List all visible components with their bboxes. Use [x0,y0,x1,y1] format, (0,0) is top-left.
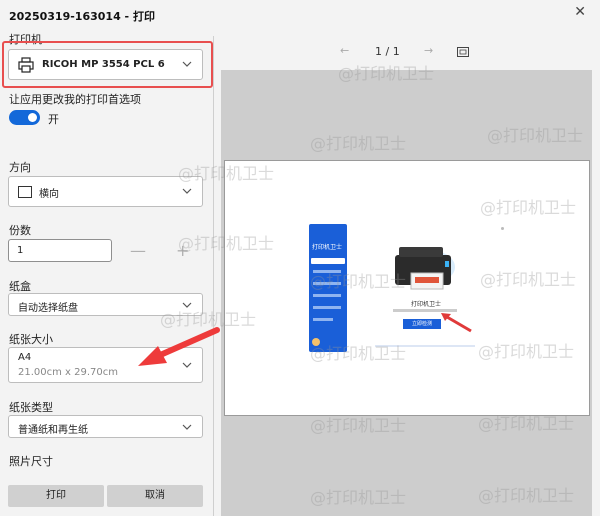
preview-page: 打印机卫士 打印机卫士 立即检测 [224,160,590,416]
copies-label: 份数 [9,224,31,237]
print-button[interactable]: 打印 [8,485,104,507]
tray-value: 自动选择纸盘 [18,303,78,314]
window-title: 20250319-163014 - 打印 [9,10,155,23]
thumb-detect-button: 立即检测 [403,319,441,329]
copies-increment[interactable]: + [176,241,189,260]
printer-icon [18,57,34,73]
chevron-down-icon [182,188,192,194]
fit-page-icon[interactable] [457,47,469,57]
panel-divider [213,36,214,516]
cancel-button[interactable]: 取消 [107,485,203,507]
paper-type-select[interactable]: 普通纸和再生纸 [8,415,203,438]
thumb-menu [311,258,345,264]
tray-select[interactable]: 自动选择纸盘 [8,293,203,316]
thumb-avatar [312,338,320,346]
thumb-menu [313,294,341,297]
toggle-knob [28,113,37,122]
paper-size-label: 纸张大小 [9,333,53,346]
thumb-menu [313,318,333,321]
pref-label: 让应用更改我的打印首选项 [9,93,141,106]
orientation-label: 方向 [9,161,31,174]
photo-size-label: 照片尺寸 [9,455,53,468]
copies-input[interactable]: 1 [8,239,112,262]
close-button[interactable]: ✕ [574,4,586,20]
thumb-main-title: 打印机卫士 [411,301,442,308]
page-indicator: 1 / 1 [375,45,400,58]
printer-name: RICOH MP 3554 PCL 6 [42,59,165,70]
settings-panel: 打印机 RICOH MP 3554 PCL 6 让应用更改我的打印首选项 开 方… [0,28,213,516]
thumb-sidebar: 打印机卫士 [309,224,347,352]
thumb-progress [375,345,475,347]
title-bar: 20250319-163014 - 打印 ✕ [0,0,600,30]
next-page-icon[interactable]: → [424,44,433,57]
paper-size-dims: 21.00cm x 29.70cm [18,367,119,378]
paper-size-select[interactable]: A4 21.00cm x 29.70cm [8,347,203,383]
paper-size-value: A4 [18,352,32,363]
paper-type-label: 纸张类型 [9,401,53,414]
prev-page-icon[interactable]: ← [340,44,349,57]
thumb-menu [313,282,341,285]
tray-label: 纸盒 [9,280,31,293]
thumb-printer-image [395,247,455,290]
copies-decrement[interactable]: — [130,241,146,260]
thumb-menu [313,306,341,309]
thumb-menu [313,270,341,273]
page-orientation-icon [18,186,32,198]
chevron-down-icon [182,302,192,308]
chevron-down-icon [182,362,192,368]
pref-toggle[interactable] [9,110,40,125]
orientation-select[interactable]: 横向 [8,176,203,207]
thumb-dot [501,227,504,230]
thumb-app-title: 打印机卫士 [312,244,343,251]
paper-type-value: 普通纸和再生纸 [18,425,88,436]
thumb-arrow [441,313,472,333]
orientation-value: 横向 [39,189,59,200]
printer-select[interactable]: RICOH MP 3554 PCL 6 [8,49,203,80]
preview-nav: ← 1 / 1 → [340,44,480,62]
chevron-down-icon [182,61,192,67]
toggle-state-label: 开 [48,113,59,126]
chevron-down-icon [182,424,192,430]
